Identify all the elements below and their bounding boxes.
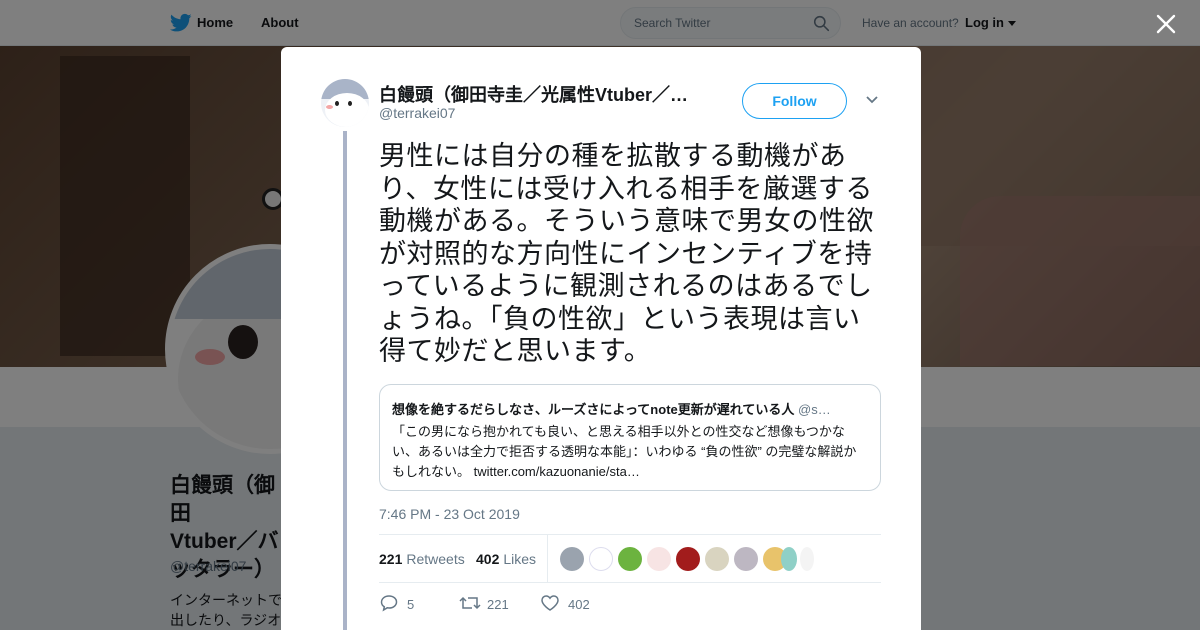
avatar-eye (335, 101, 339, 106)
liker-avatar[interactable] (647, 547, 671, 571)
liker-avatar[interactable] (676, 547, 700, 571)
retweets-label: Retweets (406, 551, 465, 567)
liker-avatar[interactable] (589, 547, 613, 571)
retweets-stat[interactable]: 221 Retweets (379, 551, 465, 567)
chevron-down-icon[interactable] (865, 95, 879, 105)
follow-button[interactable]: Follow (742, 83, 847, 119)
quote-author-name: 想像を絶するだらしなさ、ルーズさによってnote更新が遅れている人 (392, 402, 795, 417)
quote-header: 想像を絶するだらしなさ、ルーズさによってnote更新が遅れている人 @s… (392, 399, 870, 418)
likes-stat[interactable]: 402 Likes (476, 551, 536, 567)
tweet-modal: 白饅頭（御田寺圭／光属性Vtuber／… @terrakei07 Follow … (281, 47, 921, 630)
heart-icon (541, 595, 559, 611)
liker-avatar[interactable] (800, 547, 814, 571)
tweet-handle[interactable]: @terrakei07 (379, 105, 455, 121)
thread-line (343, 131, 347, 630)
quote-author-handle: @s… (798, 402, 831, 417)
reply-count: 5 (407, 597, 415, 612)
quoted-tweet[interactable]: 想像を絶するだらしなさ、ルーズさによってnote更新が遅れている人 @s… 「こ… (379, 384, 881, 491)
avatar-face (325, 93, 369, 127)
likes-label: Likes (503, 551, 537, 567)
likes-count: 402 (476, 551, 500, 567)
liker-avatar[interactable] (618, 547, 642, 571)
liker-avatar[interactable] (734, 547, 758, 571)
stats-divider (547, 535, 548, 583)
liker-avatar[interactable] (560, 547, 584, 571)
liker-avatar[interactable] (705, 547, 729, 571)
tweet-display-name[interactable]: 白饅頭（御田寺圭／光属性Vtuber／… (379, 81, 699, 107)
like-count: 402 (568, 597, 590, 612)
tweet-actions: 5 221 402 (379, 593, 881, 617)
retweet-icon (459, 596, 481, 610)
tweet-timestamp[interactable]: 7:46 PM - 23 Oct 2019 (379, 506, 520, 522)
tweet-text: 男性には自分の種を拡散する動機があり、女性には受け入れる相手を厳選する動機がある… (379, 141, 874, 367)
avatar-blush (326, 105, 333, 109)
retweets-count: 221 (379, 551, 403, 567)
close-icon[interactable] (1155, 13, 1177, 35)
reply-icon (380, 595, 398, 612)
tweet-avatar[interactable] (321, 79, 369, 127)
liker-avatar[interactable] (781, 547, 797, 571)
retweet-count: 221 (487, 597, 509, 612)
quote-text: 「この男になら抱かれても良い、と思える相手以外との性交など想像もつかない、あるい… (392, 422, 868, 482)
tweet-stats: 221 Retweets 402 Likes (379, 534, 881, 583)
quote-link[interactable]: twitter.com/kazuonanie/sta… (474, 464, 640, 479)
avatar-eye (348, 101, 352, 106)
